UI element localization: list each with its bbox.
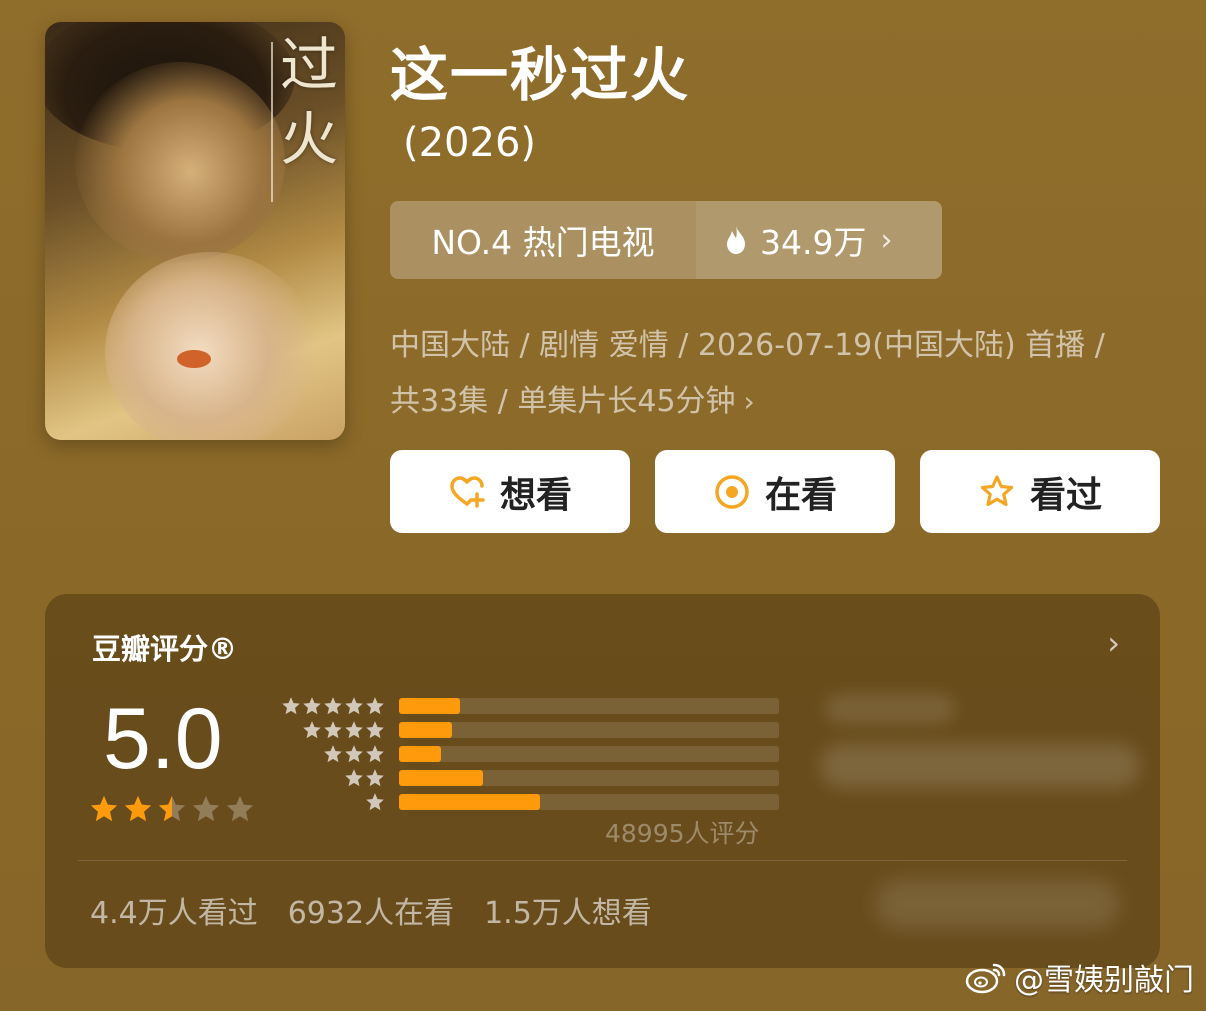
distribution-row xyxy=(277,742,779,766)
star-icon xyxy=(345,769,363,787)
star-icon xyxy=(366,721,384,739)
distribution-row xyxy=(277,766,779,790)
distribution-stars xyxy=(277,720,385,740)
star-icon xyxy=(324,697,342,715)
raters-count: 48995人评分 xyxy=(605,819,760,848)
distribution-bar-track xyxy=(399,722,779,738)
distribution-row xyxy=(277,694,779,718)
distribution-stars xyxy=(277,744,385,764)
show-title: 这一秒过火 xyxy=(390,41,691,109)
star-icon xyxy=(345,745,363,763)
weibo-logo-icon xyxy=(965,963,1006,994)
distribution-bar-fill xyxy=(399,746,441,762)
distribution-bar-fill xyxy=(399,722,453,738)
poster-line xyxy=(271,42,273,202)
rating-stars xyxy=(89,794,255,824)
distribution-row xyxy=(277,718,779,742)
distribution-stars xyxy=(277,696,385,716)
poster-title: 过火 xyxy=(279,31,338,173)
star-icon xyxy=(324,745,342,763)
star-icon xyxy=(366,769,384,787)
star-icon xyxy=(90,795,118,822)
distribution-bar-track xyxy=(399,698,779,714)
distribution-bar-fill xyxy=(399,698,460,714)
poster-face-top xyxy=(75,62,285,262)
divider xyxy=(78,860,1127,861)
star-icon xyxy=(124,795,152,822)
blurred-content xyxy=(820,744,1140,788)
action-buttons: 想看 在看 看过 xyxy=(390,450,1160,533)
blurred-content xyxy=(825,694,955,724)
wish-count: 1.5万人想看 xyxy=(484,896,652,931)
watching-button[interactable]: 在看 xyxy=(655,450,895,533)
want-to-watch-label: 想看 xyxy=(499,474,572,516)
heart-plus-icon xyxy=(450,475,485,508)
star-icon xyxy=(303,697,321,715)
poster-image[interactable]: 过火 xyxy=(45,22,345,440)
star-icon xyxy=(324,721,342,739)
watching-count: 6932人在看 xyxy=(287,896,455,931)
audience-counts: 4.4万人看过 6932人在看 1.5万人想看 xyxy=(90,888,652,932)
star-outline-icon xyxy=(980,474,1014,506)
watched-count: 4.4万人看过 xyxy=(90,896,258,931)
distribution-stars xyxy=(277,768,385,788)
poster-face-bottom xyxy=(105,252,315,440)
show-year: (2026) xyxy=(403,120,537,166)
heat-value: 34.9万 xyxy=(760,223,867,262)
distribution-bar-track xyxy=(399,794,779,810)
star-icon xyxy=(366,697,384,715)
weibo-watermark: @雪姨别敲门 xyxy=(964,955,1194,999)
blurred-content xyxy=(875,879,1120,929)
show-meta[interactable]: 中国大陆 / 剧情 爱情 / 2026-07-19(中国大陆) 首播 / 共33… xyxy=(390,318,1170,430)
star-icon xyxy=(345,721,363,739)
star-icon xyxy=(345,697,363,715)
star-icon xyxy=(366,793,384,811)
distribution-bar-track xyxy=(399,746,779,762)
meta-line-1: 中国大陆 / 剧情 爱情 / 2026-07-19(中国大陆) 首播 / xyxy=(390,328,1105,363)
flame-icon xyxy=(727,226,745,254)
watched-button[interactable]: 看过 xyxy=(920,450,1160,533)
star-icon xyxy=(366,745,384,763)
rank-label: NO.4 热门电视 xyxy=(390,201,696,279)
distribution-bar-track xyxy=(399,770,779,786)
star-icon xyxy=(226,795,254,822)
rating-title: 豆瓣评分® xyxy=(92,632,238,666)
meta-line-2: 共33集 / 单集片长45分钟 › xyxy=(390,384,755,419)
watermark-text: @雪姨别敲门 xyxy=(1014,963,1194,998)
distribution-stars xyxy=(277,792,385,812)
rank-pill[interactable]: NO.4 热门电视 34.9万 › xyxy=(390,201,942,279)
poster-lips xyxy=(177,350,211,368)
star-icon xyxy=(282,697,300,715)
star-icon xyxy=(192,795,220,822)
watching-label: 在看 xyxy=(764,474,837,516)
distribution-bar-fill xyxy=(399,770,483,786)
target-circle-icon xyxy=(715,474,749,509)
chevron-right-icon: › xyxy=(743,385,755,418)
rating-card[interactable]: 豆瓣评分® › 5.0 48995人评分 4.4万人看过 6932人在看 1.5… xyxy=(45,594,1160,968)
chevron-right-icon: › xyxy=(880,222,893,258)
rating-score: 5.0 xyxy=(103,691,223,787)
watched-label: 看过 xyxy=(1029,474,1102,516)
star-icon xyxy=(303,721,321,739)
distribution-row xyxy=(277,790,779,814)
want-to-watch-button[interactable]: 想看 xyxy=(390,450,630,533)
chevron-right-icon[interactable]: › xyxy=(1107,624,1120,662)
star-icon xyxy=(158,795,186,822)
distribution-bar-fill xyxy=(399,794,540,810)
heat-section[interactable]: 34.9万 › xyxy=(696,201,942,279)
rating-distribution xyxy=(277,694,779,814)
